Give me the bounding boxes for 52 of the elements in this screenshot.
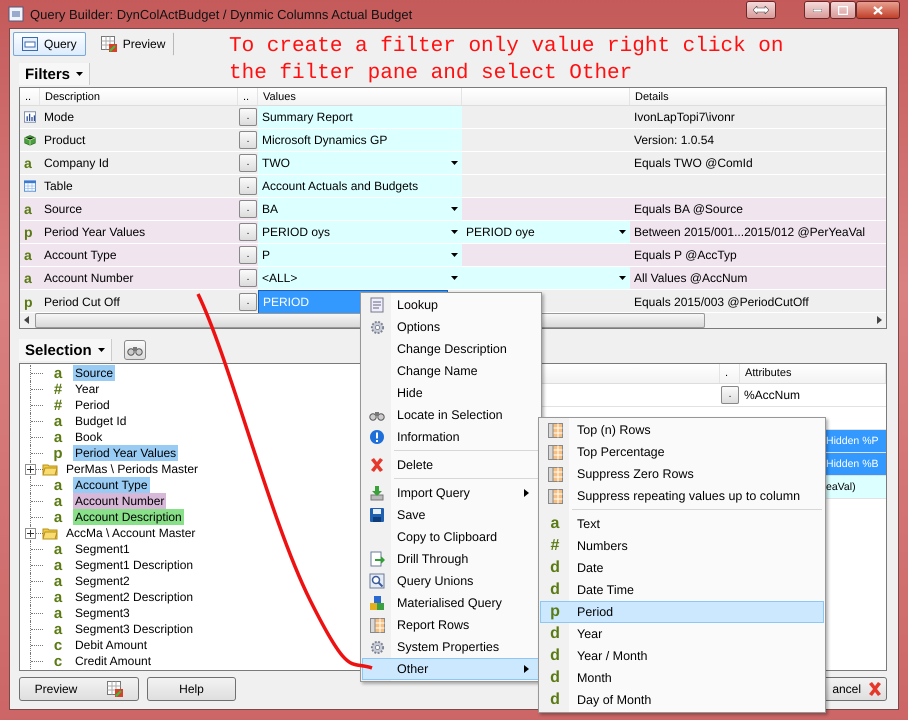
type-glyph: d	[550, 626, 560, 642]
table-cell: Period Year Values	[44, 224, 146, 239]
table-cell: Source	[44, 202, 82, 216]
type-glyph: d	[550, 582, 560, 598]
type-glyph: a	[52, 558, 64, 572]
type-glyph: d	[550, 648, 560, 664]
type-glyph: p	[24, 294, 33, 309]
type-glyph: p	[24, 224, 33, 239]
table-cell: All Values @AccNum	[634, 270, 748, 285]
table-cell: Account Type	[44, 248, 116, 262]
type-glyph: d	[550, 560, 560, 576]
type-glyph: #	[52, 382, 64, 396]
table-cell: Equals BA @Source	[634, 202, 743, 216]
type-glyph: p	[550, 604, 560, 620]
type-glyph: a	[52, 622, 64, 636]
type-glyph: a	[52, 574, 64, 588]
type-glyph: a	[52, 478, 64, 492]
table-cell: Account Number	[44, 270, 134, 285]
window-title: Query Builder: DynColActBudget / Dynmic Columns Actual Budget	[30, 6, 414, 22]
type-glyph: a	[52, 366, 64, 380]
type-glyph: #	[52, 398, 64, 412]
table-cell: Product	[44, 132, 86, 147]
type-glyph: d	[550, 692, 560, 708]
table-cell: Company Id	[44, 156, 109, 170]
type-glyph: a	[52, 430, 64, 444]
type-glyph: a	[52, 590, 64, 604]
table-cell: Equals 2015/003 @PeriodCutOff	[634, 294, 809, 309]
table-cell: Between 2015/001...2015/012 @PerYeaVal	[634, 224, 866, 239]
table-cell: Mode	[44, 110, 74, 124]
type-glyph: a	[24, 202, 32, 216]
type-glyph: a	[24, 156, 32, 170]
type-glyph: a	[52, 494, 64, 508]
type-glyph: a	[52, 414, 64, 428]
annotation-text: To create a filter only value right click on	[229, 34, 784, 60]
type-glyph: a	[52, 606, 64, 620]
table-cell: IvonLapTopi7\ivonr	[634, 110, 735, 124]
table-cell: Equals P @AccTyp	[634, 248, 737, 262]
type-glyph: a	[24, 270, 32, 285]
type-glyph: c	[52, 654, 64, 668]
type-glyph: a	[52, 542, 64, 556]
table-cell: Table	[44, 178, 73, 193]
type-glyph: p	[52, 446, 64, 460]
type-glyph: a	[52, 510, 64, 524]
type-glyph: d	[550, 670, 560, 686]
type-glyph: a	[550, 516, 560, 532]
type-glyph: a	[24, 248, 32, 262]
table-cell: Equals TWO @ComId	[634, 156, 753, 170]
table-cell: Version: 1.0.54	[634, 132, 714, 147]
table-cell: Period Cut Off	[44, 294, 120, 309]
type-glyph: c	[52, 638, 64, 652]
annotation-text: the filter pane and select Other	[229, 61, 634, 87]
type-glyph: #	[550, 538, 560, 554]
